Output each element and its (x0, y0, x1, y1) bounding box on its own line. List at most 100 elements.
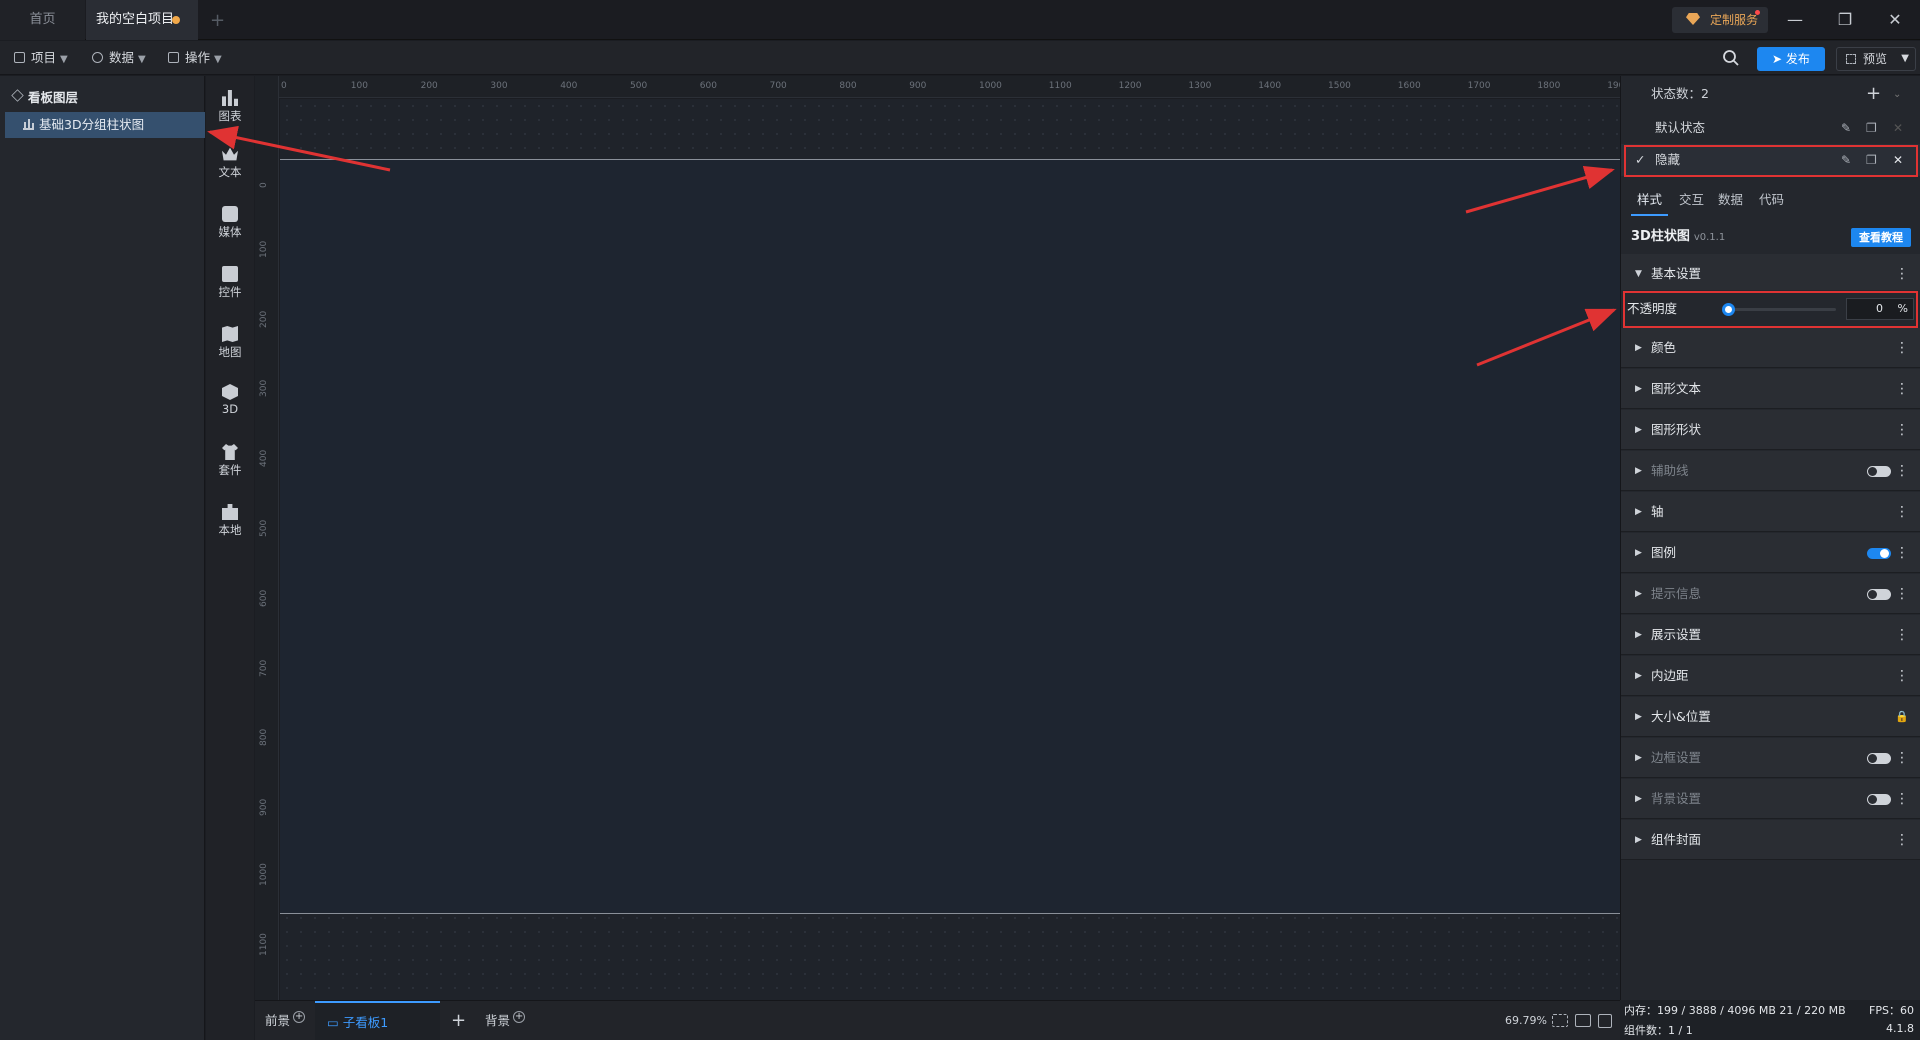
delete-icon[interactable]: ✕ (1893, 112, 1903, 144)
monitor-icon: ▭ (327, 1015, 343, 1030)
state-default-label: 默认状态 (1655, 120, 1706, 135)
data-menu[interactable]: 数据 ▼ (84, 41, 154, 75)
state-default[interactable]: 默认状态 ✎ ❐ ✕ (1621, 112, 1920, 144)
section-item[interactable]: ▶ 背景设置 ⋮ (1621, 779, 1920, 819)
caret-right-icon: ▶ (1635, 343, 1642, 353)
tutorial-button[interactable]: 查看教程 (1851, 228, 1911, 247)
restore-button[interactable]: ❐ (1820, 0, 1870, 40)
more-icon[interactable]: ⋮ (1895, 820, 1909, 860)
component-local[interactable]: 本地 (206, 498, 254, 554)
tab-style[interactable]: 样式 (1631, 184, 1669, 216)
component-media-label: 媒体 (218, 225, 242, 239)
caret-right-icon: ▶ (1635, 671, 1642, 681)
more-icon[interactable]: ⋮ (1895, 328, 1909, 368)
layer-item[interactable]: 基础3D分组柱状图 (5, 112, 205, 138)
more-icon[interactable]: ⋮ (1895, 254, 1909, 294)
more-icon[interactable]: ⋮ (1895, 533, 1909, 573)
tab-data[interactable]: 数据 (1718, 184, 1743, 216)
toggle-knob (1868, 590, 1877, 599)
toggle-switch[interactable] (1867, 794, 1891, 805)
tab-home[interactable]: 首页 (0, 0, 85, 40)
more-icon[interactable]: ⋮ (1895, 779, 1909, 819)
section-item[interactable]: ▶ 辅助线 ⋮ (1621, 451, 1920, 491)
caret-right-icon: ▶ (1635, 794, 1642, 804)
component-suite[interactable]: 套件 (206, 438, 254, 494)
more-icon[interactable]: ⋮ (1895, 410, 1909, 450)
section-basic[interactable]: ▼ 基本设置 ⋮ (1621, 254, 1920, 294)
add-state-button[interactable]: + (1866, 76, 1881, 112)
annotation-box-opacity (1623, 291, 1918, 328)
keyboard-icon[interactable] (1575, 1014, 1591, 1027)
tab-project[interactable]: 我的空白项目 (86, 0, 198, 40)
caret-right-icon: ▶ (1635, 507, 1642, 517)
add-board-button[interactable]: + (451, 1001, 466, 1040)
terminal-icon[interactable] (1598, 1014, 1612, 1028)
more-icon[interactable]: ⋮ (1895, 615, 1909, 655)
more-icon[interactable]: ⋮ (1895, 738, 1909, 778)
toggle-switch[interactable] (1867, 466, 1891, 477)
lock-icon[interactable]: 🔒 (1895, 697, 1909, 737)
ruler-tick-label: 400 (560, 81, 578, 91)
component-3d[interactable]: 3D (206, 378, 254, 434)
tab-interaction[interactable]: 交互 (1679, 184, 1704, 216)
chevron-down-icon[interactable]: ⌄ (1893, 77, 1901, 113)
edit-icon[interactable]: ✎ (1841, 112, 1851, 144)
minimize-button[interactable]: — (1770, 0, 1820, 40)
section-item[interactable]: ▶ 组件封面 ⋮ (1621, 820, 1920, 860)
section-item[interactable]: ▶ 提示信息 ⋮ (1621, 574, 1920, 614)
more-icon[interactable]: ⋮ (1895, 656, 1909, 696)
section-item[interactable]: ▶ 内边距 ⋮ (1621, 656, 1920, 696)
section-item[interactable]: ▶ 轴 ⋮ (1621, 492, 1920, 532)
component-chart-label: 图表 (218, 109, 242, 123)
more-icon[interactable]: ⋮ (1895, 451, 1909, 491)
section-basic-label: 基本设置 (1651, 266, 1702, 281)
section-item[interactable]: ▶ 颜色 ⋮ (1621, 328, 1920, 368)
add-foreground-icon[interactable]: + (293, 1011, 306, 1023)
project-menu[interactable]: 项目 ▼ (6, 41, 76, 75)
search-icon[interactable] (1722, 49, 1740, 67)
toggle-knob (1868, 754, 1877, 763)
close-window-button[interactable]: ✕ (1870, 0, 1920, 40)
chevron-down-icon: ▼ (138, 54, 146, 65)
caret-down-icon: ▼ (1635, 269, 1642, 279)
operate-menu[interactable]: 操作 ▼ (160, 41, 230, 75)
section-item[interactable]: ▶ 大小&位置 🔒 (1621, 697, 1920, 737)
more-icon[interactable]: ⋮ (1895, 369, 1909, 409)
component-media[interactable]: 媒体 (206, 200, 254, 256)
toggle-switch[interactable] (1867, 589, 1891, 600)
toggle-switch[interactable] (1867, 548, 1891, 559)
toggle-switch[interactable] (1867, 753, 1891, 764)
section-item[interactable]: ▶ 图形文本 ⋮ (1621, 369, 1920, 409)
component-chart[interactable]: 图表 (206, 84, 254, 140)
component-control[interactable]: 控件 (206, 260, 254, 316)
section-label: 内边距 (1651, 668, 1689, 683)
map-icon (222, 326, 238, 342)
publish-button[interactable]: ➤ 发布 (1757, 47, 1825, 71)
add-tab-button[interactable]: + (210, 10, 225, 31)
preview-button[interactable]: 预览 ▼ (1836, 47, 1916, 71)
component-text[interactable]: 文本 (206, 140, 254, 196)
more-icon[interactable]: ⋮ (1895, 574, 1909, 614)
zoom-level[interactable]: 69.79% (1505, 1014, 1547, 1027)
chevron-down-icon: ▼ (214, 54, 222, 65)
section-label: 大小&位置 (1651, 709, 1711, 724)
artboard[interactable] (280, 159, 1620, 914)
tab-foreground[interactable]: 前景 + (265, 1001, 306, 1040)
section-item[interactable]: ▶ 图形形状 ⋮ (1621, 410, 1920, 450)
section-item[interactable]: ▶ 边框设置 ⋮ (1621, 738, 1920, 778)
tab-background[interactable]: 背景 + (485, 1001, 526, 1040)
copy-icon[interactable]: ❐ (1866, 112, 1877, 144)
tab-sub-board[interactable]: ▭ 子看板1 (315, 1001, 440, 1040)
sub-board-label: 子看板1 (342, 1015, 389, 1030)
fit-screen-icon[interactable] (1552, 1014, 1568, 1027)
custom-service-button[interactable]: 定制服务 (1672, 7, 1768, 33)
section-item[interactable]: ▶ 展示设置 ⋮ (1621, 615, 1920, 655)
section-item[interactable]: ▶ 图例 ⋮ (1621, 533, 1920, 573)
ruler-tick-label: 600 (699, 81, 717, 91)
notification-dot (1755, 10, 1760, 15)
add-background-icon[interactable]: + (513, 1011, 526, 1023)
custom-service-label: 定制服务 (1710, 13, 1759, 27)
tab-code[interactable]: 代码 (1759, 184, 1784, 216)
component-map[interactable]: 地图 (206, 320, 254, 376)
more-icon[interactable]: ⋮ (1895, 492, 1909, 532)
